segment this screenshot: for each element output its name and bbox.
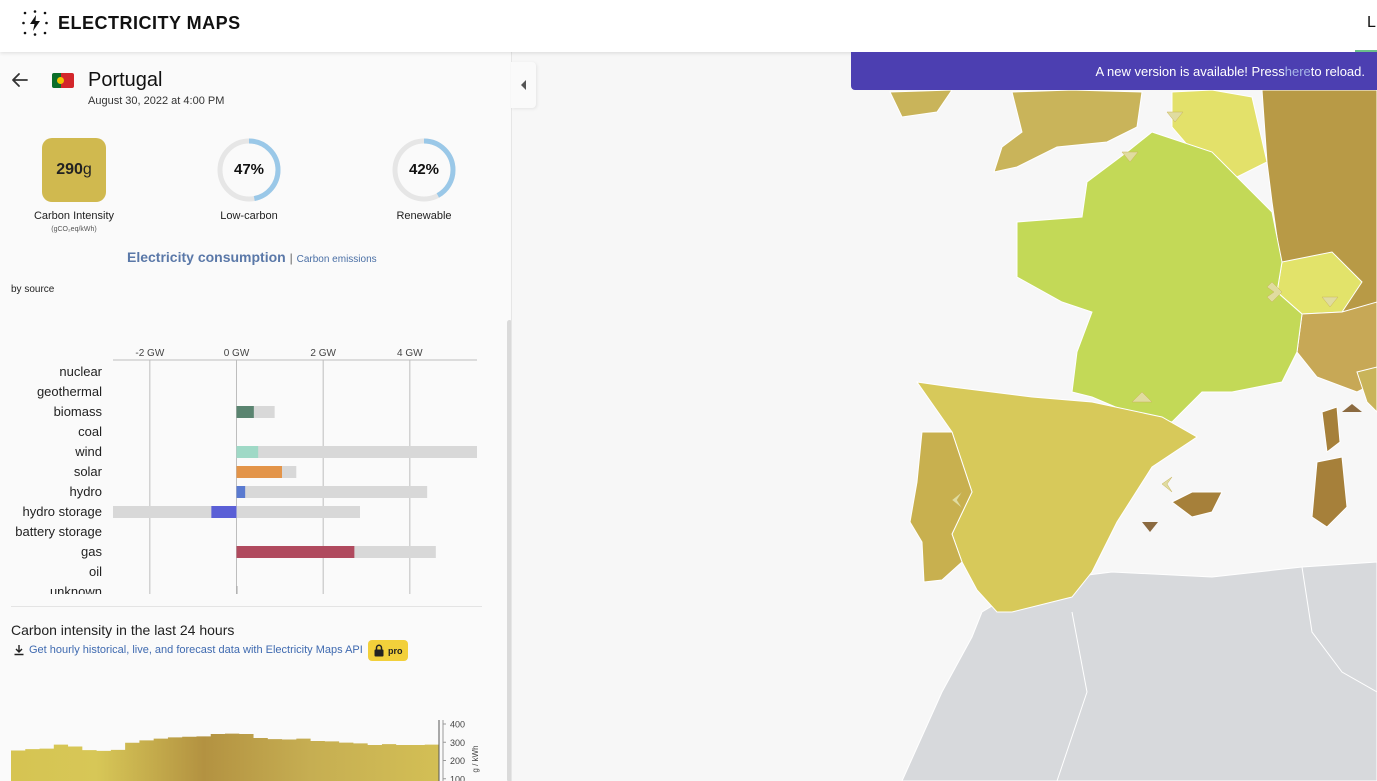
breakdown-row-label: hydro: [69, 484, 102, 499]
breakdown-row-label: unknown: [50, 584, 102, 594]
pro-badge[interactable]: pro: [368, 640, 408, 661]
breakdown-row-label: nuclear: [59, 364, 102, 379]
zone-timestamp: August 30, 2022 at 4:00 PM: [88, 95, 225, 107]
breakdown-row-label: hydro storage: [23, 504, 103, 519]
banner-reload-link[interactable]: here: [1285, 64, 1311, 79]
carbon-intensity-label: Carbon Intensity: [33, 210, 115, 222]
breakdown-row-label: biomass: [54, 404, 103, 419]
history-title: Carbon intensity in the last 24 hours: [11, 622, 235, 638]
production-bar[interactable]: [236, 486, 246, 498]
back-arrow-icon[interactable]: [10, 70, 30, 90]
carbon-intensity-unit-label: (gCO₂eq/kWh): [51, 226, 97, 233]
history-y-tick-label: 200: [450, 756, 465, 766]
breakdown-row-label: coal: [78, 424, 102, 439]
carbon-intensity-area[interactable]: [11, 733, 439, 781]
tab-carbon-emissions[interactable]: Carbon emissions: [297, 254, 377, 265]
breakdown-row-label: solar: [74, 464, 103, 479]
low-carbon-label: Low-carbon: [220, 210, 278, 222]
api-link-text[interactable]: Get hourly historical, live, and forecas…: [29, 644, 363, 656]
update-banner[interactable]: A new version is available! Press here t…: [851, 52, 1377, 90]
carbon-intensity-badge: 290 g: [42, 138, 106, 202]
breakdown-row-label: gas: [81, 544, 102, 559]
tab-electricity-consumption[interactable]: Electricity consumption: [127, 249, 286, 265]
banner-text-before: A new version is available! Press: [1095, 63, 1285, 79]
breakdown-row-label: oil: [89, 564, 102, 579]
europe-map[interactable]: [512, 52, 1377, 781]
production-bar[interactable]: [236, 586, 238, 594]
chevron-left-icon: [520, 80, 526, 90]
breakdown-row-label: wind: [74, 444, 102, 459]
portugal-flag-icon: [52, 73, 74, 88]
history-y-tick-label: 300: [450, 738, 465, 748]
production-bar[interactable]: [236, 466, 283, 478]
section-divider: [11, 606, 482, 607]
tab-separator: |: [289, 251, 293, 265]
topbar-right-menu-item[interactable]: L: [1367, 14, 1377, 32]
lock-icon: [374, 644, 384, 657]
api-link[interactable]: Get hourly historical, live, and forecas…: [13, 644, 363, 656]
map-zone-north-africa: [901, 561, 1377, 781]
carbon-intensity-unit: g: [82, 161, 92, 178]
app-title: ELECTRICITY MAPS: [58, 12, 241, 33]
breakdown-x-tick-label: 0 GW: [224, 348, 250, 359]
zone-name: Portugal: [88, 69, 163, 91]
app-logo[interactable]: ELECTRICITY MAPS: [22, 10, 241, 36]
history-y-tick-label: 100: [450, 774, 465, 781]
collapse-panel-button[interactable]: [511, 62, 536, 108]
history-y-unit: g / kWh: [471, 745, 480, 772]
history-y-tick-label: 400: [450, 720, 465, 730]
banner-text-after: to reload.: [1310, 63, 1365, 79]
renewable-label: Renewable: [396, 210, 452, 222]
production-bar[interactable]: [236, 406, 254, 418]
capacity-bar: [236, 446, 477, 458]
low-carbon-value: 47%: [233, 161, 265, 178]
production-bar[interactable]: [236, 446, 259, 458]
mode-tabs: Electricity consumption | Carbon emissio…: [127, 249, 377, 265]
zone-details-panel: Portugal August 30, 2022 at 4:00 PM 290 g…: [0, 52, 512, 781]
renewable-value: 42%: [408, 161, 440, 178]
production-bar[interactable]: [236, 546, 355, 558]
download-icon: [14, 645, 24, 656]
production-bar[interactable]: [211, 506, 237, 518]
electricity-breakdown-chart: -2 GW 0 GW 2 GW 4 GW nuclear geothermal biomas…: [15, 348, 477, 594]
map-zone-france: [1016, 131, 1303, 423]
pro-label: pro: [388, 645, 403, 656]
map-area[interactable]: [512, 52, 1377, 781]
breakdown-x-tick-label: 4 GW: [397, 348, 423, 359]
breakdown-row-label: geothermal: [37, 384, 102, 399]
carbon-intensity-history-chart[interactable]: 4003002001000g / kWh4:00 PM10:00 PM4:00 …: [0, 664, 500, 781]
carbon-intensity-value: 290: [56, 161, 83, 178]
electricity-maps-logo-icon: [22, 10, 48, 36]
breakdown-row-label: battery storage: [15, 524, 102, 539]
breakdown-x-tick-label: 2 GW: [310, 348, 336, 359]
breakdown-x-tick-label: -2 GW: [135, 348, 164, 359]
capacity-bar: [236, 486, 428, 498]
top-navigation-bar: ELECTRICITY MAPS L: [0, 0, 1377, 52]
